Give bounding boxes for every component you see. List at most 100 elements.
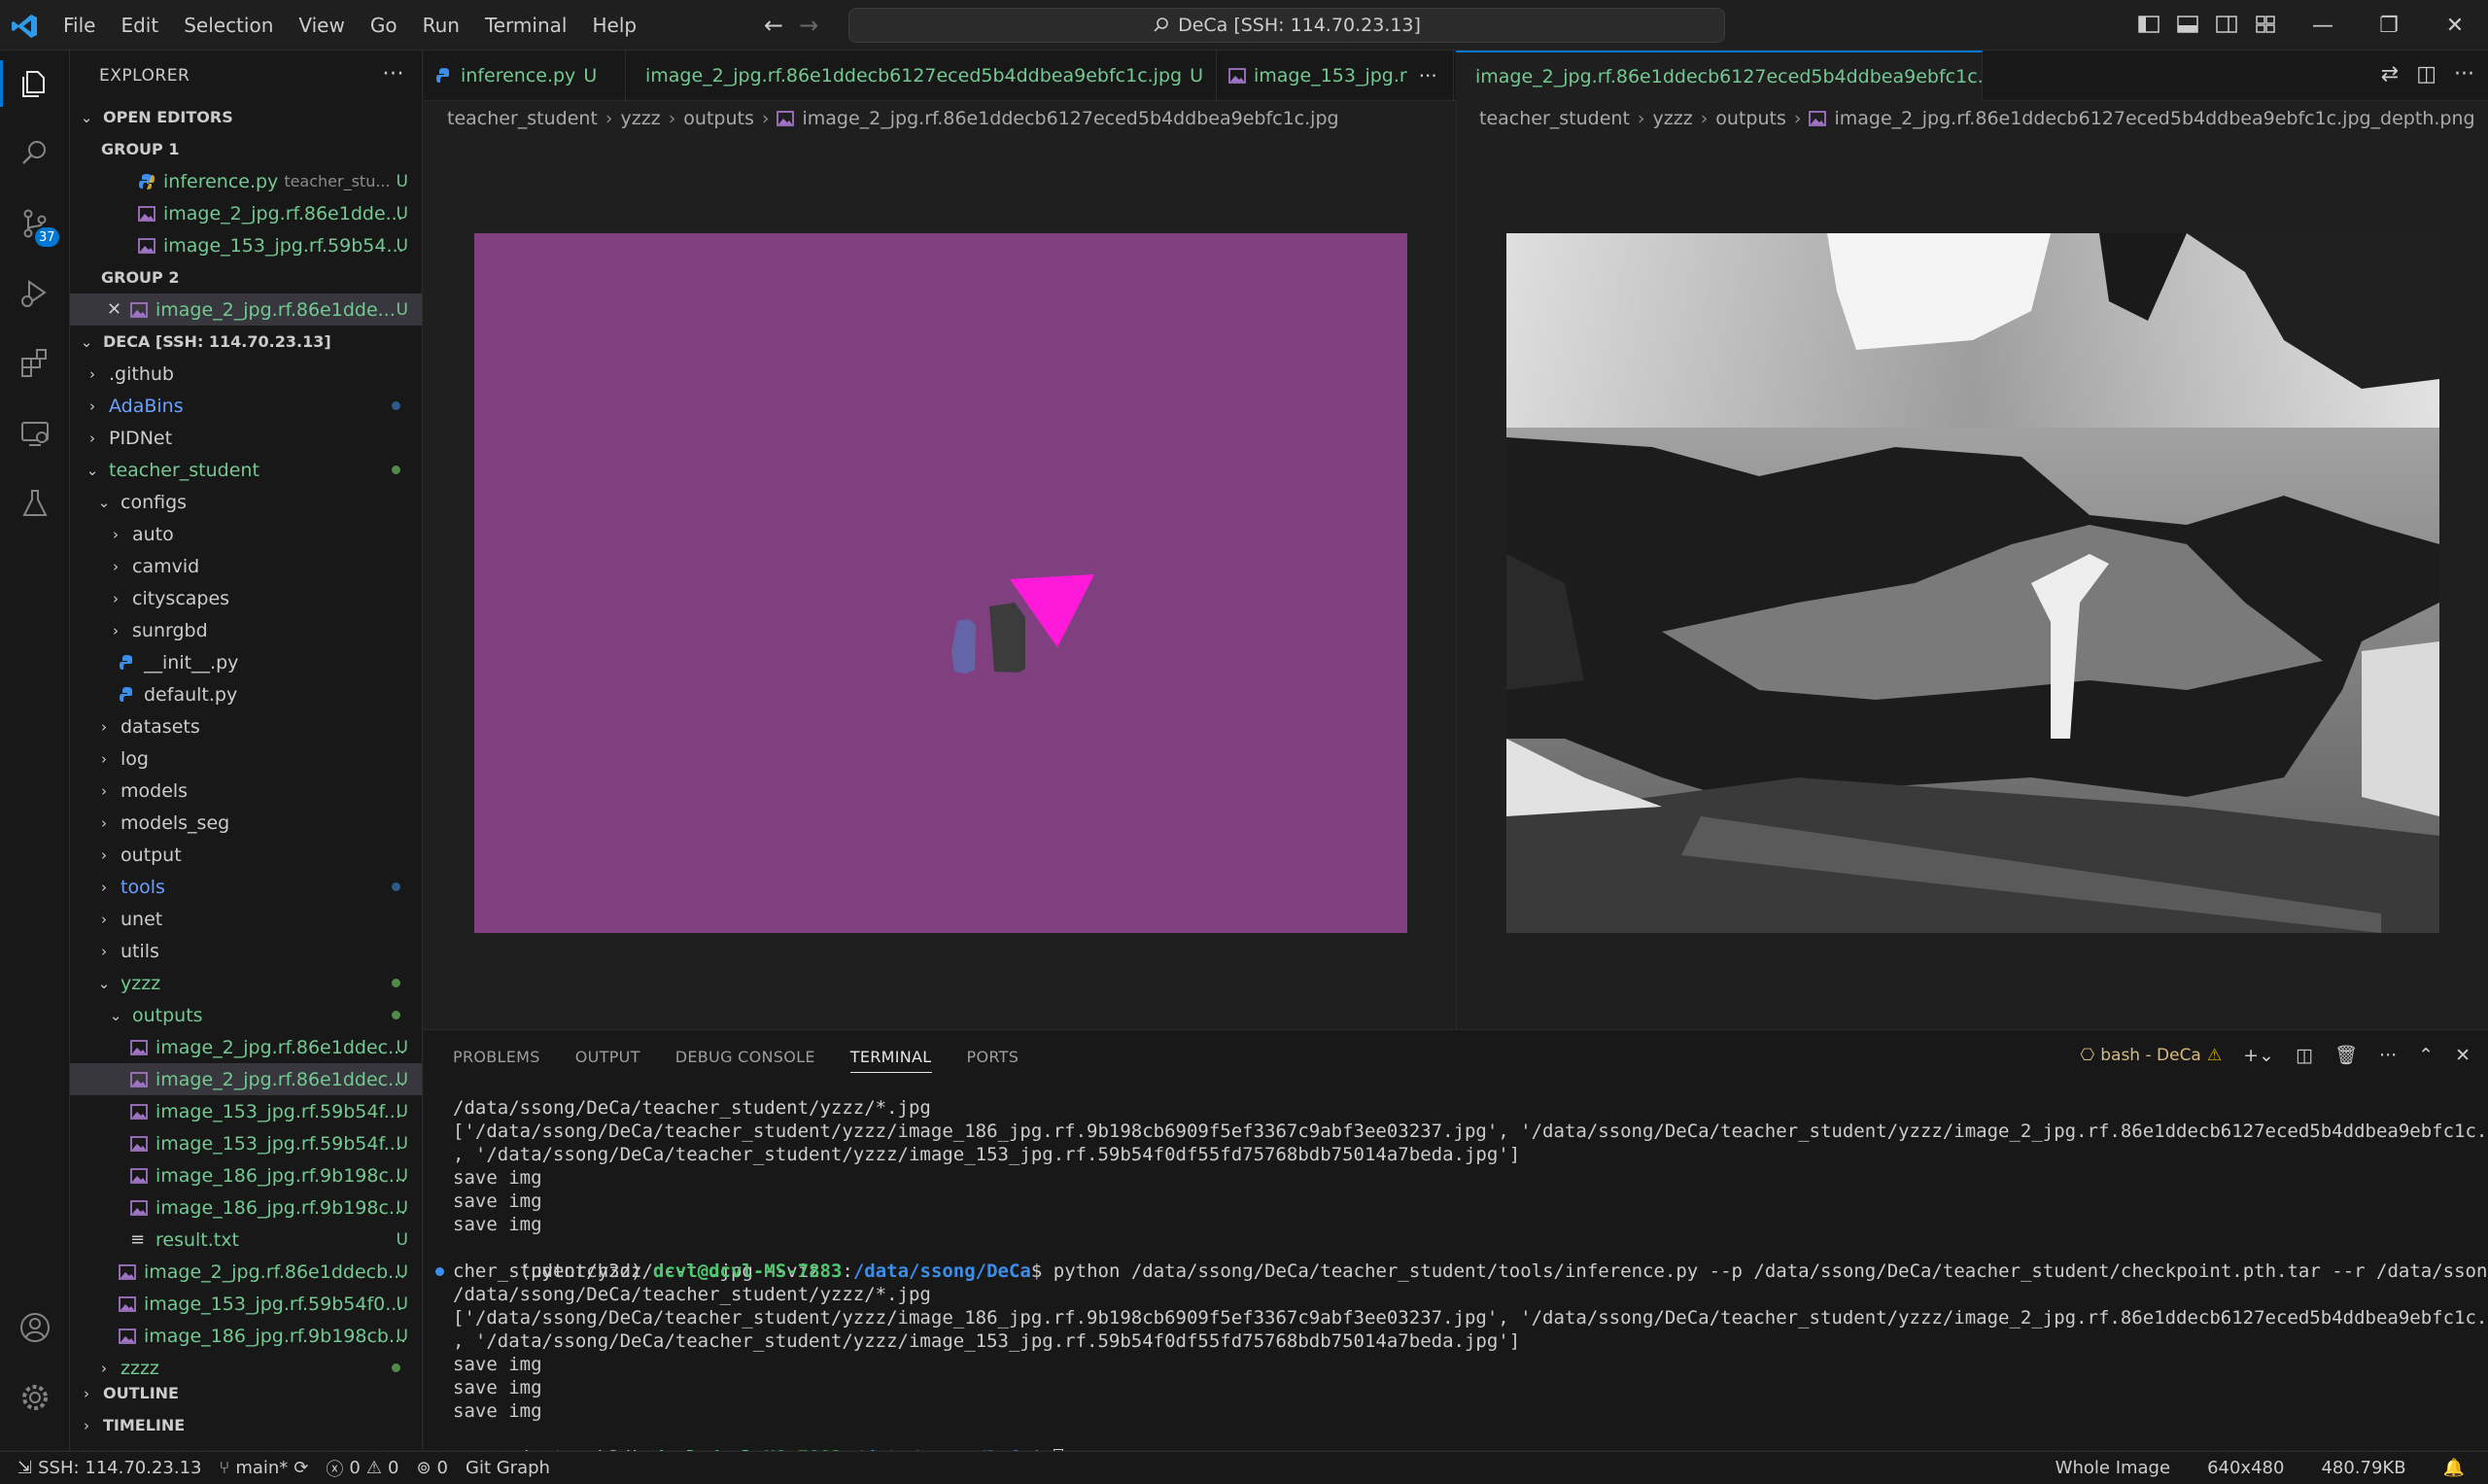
folder-item[interactable]: ⌄ teacher_student: [70, 454, 422, 486]
file-item[interactable]: image_153_jpg.rf.59b54f0... U: [70, 1288, 422, 1320]
folder-item[interactable]: › datasets: [70, 710, 422, 742]
close-panel-icon[interactable]: ✕: [2455, 1045, 2471, 1066]
breadcrumb-item[interactable]: image_2_jpg.rf.86e1ddecb6127eced5b4ddbea…: [802, 108, 1338, 129]
folder-item[interactable]: › cityscapes: [70, 582, 422, 614]
tab-terminal[interactable]: TERMINAL: [849, 1048, 932, 1073]
extensions-icon[interactable]: [17, 346, 52, 381]
customize-layout-icon[interactable]: [2253, 12, 2278, 37]
search-view-icon[interactable]: [17, 136, 52, 171]
folder-item[interactable]: › output: [70, 839, 422, 871]
branch-indicator[interactable]: ⑂ main* ⟳: [220, 1458, 309, 1478]
toggle-primary-sidebar-icon[interactable]: [2136, 12, 2161, 37]
tab-ports[interactable]: PORTS: [967, 1048, 1019, 1073]
menu-go[interactable]: Go: [358, 14, 410, 37]
explorer-icon[interactable]: [0, 60, 52, 107]
minimize-icon[interactable]: —: [2290, 0, 2356, 51]
more-actions-icon[interactable]: ···: [2379, 1045, 2397, 1066]
tab-image-2-depth-png[interactable]: image_2_jpg.rf.86e1ddecb6127eced5b4ddbea…: [1456, 51, 1983, 101]
menu-view[interactable]: View: [286, 14, 357, 37]
file-item[interactable]: image_186_jpg.rf.9b198cb... U: [70, 1320, 422, 1352]
breadcrumb-item[interactable]: teacher_student: [447, 108, 598, 129]
breadcrumb-item[interactable]: outputs: [683, 108, 754, 129]
file-item[interactable]: image_2_jpg.rf.86e1ddecb... U: [70, 1256, 422, 1288]
command-center[interactable]: DeCa [SSH: 114.70.23.13]: [848, 8, 1725, 43]
remote-indicator[interactable]: ⇲ SSH: 114.70.23.13: [17, 1458, 202, 1478]
file-item[interactable]: __init__.py: [70, 646, 422, 678]
folder-item[interactable]: › AdaBins: [70, 390, 422, 422]
folder-item[interactable]: › unet: [70, 903, 422, 935]
file-item[interactable]: default.py: [70, 678, 422, 710]
file-item[interactable]: image_153_jpg.rf.59b54f... U: [70, 1095, 422, 1127]
more-actions-icon[interactable]: ···: [2454, 62, 2474, 86]
folder-item[interactable]: › log: [70, 742, 422, 775]
accounts-icon[interactable]: [17, 1310, 52, 1345]
breadcrumb-item[interactable]: yzzz: [1653, 108, 1693, 129]
breadcrumb-item[interactable]: outputs: [1715, 108, 1786, 129]
settings-gear-icon[interactable]: [17, 1380, 52, 1415]
menu-run[interactable]: Run: [410, 14, 472, 37]
ports-indicator[interactable]: ⊚ 0: [416, 1458, 448, 1478]
breadcrumb-item[interactable]: yzzz: [621, 108, 661, 129]
forward-arrow-icon[interactable]: →: [799, 12, 818, 39]
file-item[interactable]: image_153_jpg.rf.59b54f... U: [70, 1127, 422, 1159]
file-item[interactable]: image_186_jpg.rf.9b198c... U: [70, 1159, 422, 1191]
file-item[interactable]: image_186_jpg.rf.9b198c... U: [70, 1191, 422, 1224]
file-item[interactable]: image_2_jpg.rf.86e1ddec... U: [70, 1063, 422, 1095]
folder-item[interactable]: › sunrgbd: [70, 614, 422, 646]
file-item[interactable]: ≡ result.txt U: [70, 1224, 422, 1256]
tab-image-153-jpg[interactable]: image_153_jpg.r ···: [1217, 51, 1454, 101]
git-graph-button[interactable]: Git Graph: [466, 1458, 550, 1478]
file-item[interactable]: image_2_jpg.rf.86e1ddec... U: [70, 1031, 422, 1063]
close-window-icon[interactable]: ✕: [2422, 0, 2488, 51]
remote-explorer-icon[interactable]: [17, 416, 52, 451]
run-debug-icon[interactable]: [17, 276, 52, 311]
command-decoration-icon[interactable]: [435, 1267, 444, 1276]
restore-icon[interactable]: ❐: [2356, 0, 2422, 51]
folder-item[interactable]: › utils: [70, 935, 422, 967]
source-control-icon[interactable]: 37: [17, 206, 59, 247]
tab-debug-console[interactable]: DEBUG CONSOLE: [675, 1048, 815, 1073]
timeline-section[interactable]: › TIMELINE: [70, 1409, 422, 1441]
tab-inference-py[interactable]: inference.py U: [424, 51, 626, 101]
tab-problems[interactable]: PROBLEMS: [453, 1048, 540, 1073]
tab-image-2-jpg[interactable]: image_2_jpg.rf.86e1ddecb6127eced5b4ddbea…: [626, 51, 1217, 101]
menu-edit[interactable]: Edit: [108, 14, 171, 37]
toggle-panel-icon[interactable]: [2175, 12, 2200, 37]
tab-output[interactable]: OUTPUT: [575, 1048, 640, 1073]
notifications-bell-icon[interactable]: 🔔: [2443, 1458, 2465, 1478]
breadcrumb-item[interactable]: image_2_jpg.rf.86e1ddecb6127eced5b4ddbea…: [1834, 108, 2474, 129]
group-1-heading[interactable]: GROUP 1: [70, 133, 422, 165]
terminal-output[interactable]: /data/ssong/DeCa/teacher_student/yzzz/*.…: [435, 1096, 2488, 1468]
folder-item[interactable]: › .github: [70, 358, 422, 390]
more-actions-icon[interactable]: ···: [383, 62, 404, 86]
breadcrumb-item[interactable]: teacher_student: [1479, 108, 1630, 129]
folder-item[interactable]: › tools: [70, 871, 422, 903]
maximize-panel-icon[interactable]: ⌃: [2418, 1045, 2434, 1066]
folder-item[interactable]: ⌄ configs: [70, 486, 422, 518]
outline-section[interactable]: › OUTLINE: [70, 1377, 422, 1409]
menu-terminal[interactable]: Terminal: [472, 14, 580, 37]
back-arrow-icon[interactable]: ←: [764, 12, 783, 39]
testing-icon[interactable]: [17, 486, 52, 521]
close-editor-icon[interactable]: ✕: [107, 299, 124, 320]
menu-selection[interactable]: Selection: [171, 14, 286, 37]
open-editor-item[interactable]: inference.py teacher_stu... U: [70, 165, 422, 197]
open-editor-item[interactable]: image_2_jpg.rf.86e1dde... U: [70, 197, 422, 229]
folder-item[interactable]: ⌄ outputs: [70, 999, 422, 1031]
new-terminal-icon[interactable]: +⌄: [2243, 1045, 2274, 1066]
open-editor-item[interactable]: ✕ image_2_jpg.rf.86e1dde... U: [70, 293, 422, 326]
terminal-selector[interactable]: ⎔ bash - DeCa ⚠: [2080, 1046, 2222, 1065]
folder-item[interactable]: › models: [70, 775, 422, 807]
sync-icon[interactable]: ⟳: [294, 1458, 308, 1478]
trash-icon[interactable]: 🗑: [2334, 1044, 2358, 1066]
split-editor-icon[interactable]: ◫: [2416, 62, 2436, 86]
group-2-heading[interactable]: GROUP 2: [70, 261, 422, 293]
folder-item[interactable]: › camvid: [70, 550, 422, 582]
folder-item[interactable]: › models_seg: [70, 807, 422, 839]
toggle-secondary-sidebar-icon[interactable]: [2214, 12, 2239, 37]
problems-indicator[interactable]: ⓧ 0 ⚠ 0: [326, 1456, 398, 1481]
workspace-section[interactable]: ⌄ DECA [SSH: 114.70.23.13]: [70, 326, 422, 358]
open-editor-item[interactable]: image_153_jpg.rf.59b54... U: [70, 229, 422, 261]
tab-overflow-icon[interactable]: ···: [1419, 64, 1437, 87]
folder-item[interactable]: › PIDNet: [70, 422, 422, 454]
